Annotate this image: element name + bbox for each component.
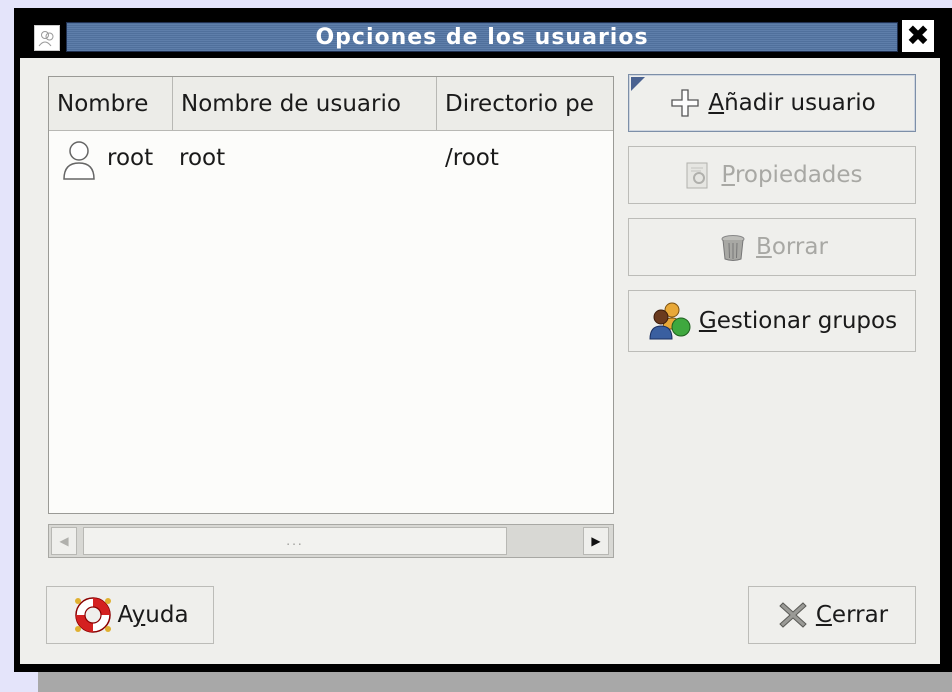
delete-button[interactable]: Borrar (628, 218, 916, 276)
user-icon (63, 141, 95, 180)
cell-name: root (107, 145, 154, 171)
scroll-left-button[interactable]: ◀ (51, 527, 77, 555)
close-label: Cerrar (815, 602, 889, 628)
help-button[interactable]: Ayuda (46, 586, 214, 644)
window-title: Opciones de los usuarios (66, 22, 898, 52)
column-header-username[interactable]: Nombre de usuario (173, 77, 437, 131)
title-bar[interactable]: Opciones de los usuarios ✖ (14, 8, 952, 56)
users-icon (34, 25, 60, 51)
properties-button[interactable]: Propiedades (628, 146, 916, 204)
users-list[interactable]: Nombre Nombre de usuario Directorio pe r… (48, 76, 614, 514)
help-label: Ayuda (117, 602, 189, 628)
scroll-right-button[interactable]: ▶ (583, 527, 609, 555)
dialog-body: Nombre Nombre de usuario Directorio pe r… (20, 58, 940, 664)
manage-groups-label: Gestionar grupos (698, 308, 898, 334)
column-header-home[interactable]: Directorio pe (437, 77, 613, 131)
trash-icon (716, 230, 750, 264)
cell-home: /root (445, 145, 499, 171)
window-close-button[interactable]: ✖ (902, 20, 934, 52)
delete-label: Borrar (756, 234, 828, 260)
focus-indicator (631, 77, 645, 91)
table-row[interactable]: root root /root (49, 133, 613, 183)
scroll-thumb[interactable]: ... (83, 527, 507, 555)
properties-icon (681, 158, 715, 192)
x-icon (776, 598, 810, 632)
add-user-label: Añadir usuario (708, 90, 876, 116)
properties-label: Propiedades (721, 162, 863, 188)
manage-groups-button[interactable]: Gestionar grupos (628, 290, 916, 352)
cell-username: root (179, 145, 226, 171)
column-header-name[interactable]: Nombre (49, 77, 173, 131)
groups-icon (647, 299, 693, 343)
horizontal-scrollbar[interactable]: ◀ ... ▶ (48, 524, 614, 558)
close-button[interactable]: Cerrar (748, 586, 916, 644)
plus-icon (668, 86, 702, 120)
dialog-window: Opciones de los usuarios ✖ Nombre Nombre… (14, 8, 952, 672)
add-user-button[interactable]: Añadir usuario (628, 74, 916, 132)
lifebuoy-icon (71, 593, 115, 637)
table-header: Nombre Nombre de usuario Directorio pe (49, 77, 613, 131)
